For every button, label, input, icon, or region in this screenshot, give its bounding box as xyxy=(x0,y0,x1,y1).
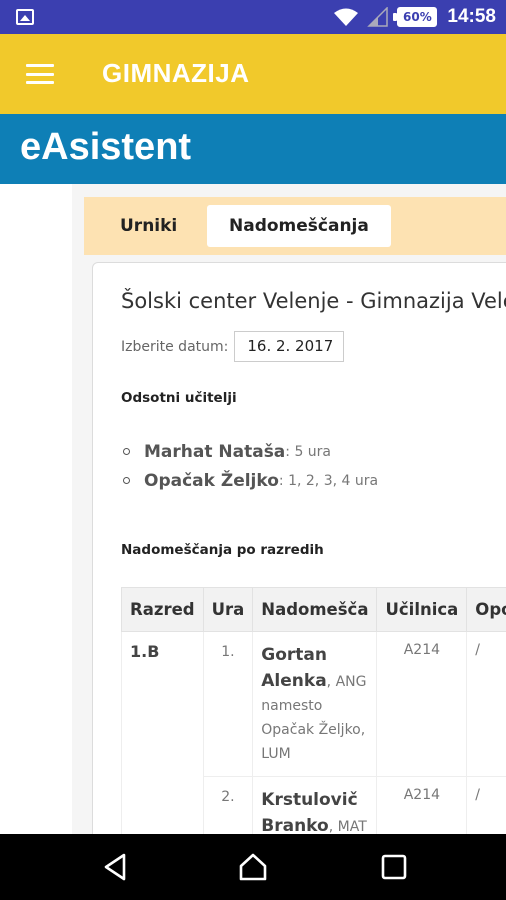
col-header-opomba: Opomba xyxy=(466,587,506,632)
cell-opomba: / xyxy=(466,776,506,834)
cell-ucilnica: A214 xyxy=(376,776,468,834)
status-icons: 60% 14:58 xyxy=(333,0,496,34)
teacher-name: Opačak Željko xyxy=(144,470,279,491)
absent-teachers-heading: Odsotni učitelji xyxy=(121,390,237,406)
substitutions-card: Šolski center Velenje - Gimnazija Velenj… xyxy=(92,262,506,834)
battery-level: 60% xyxy=(403,10,432,24)
substitutions-heading: Nadomeščanja po razredih xyxy=(121,542,324,558)
table-row: 1.B 1. Gortan Alenka, ANG namesto Opačak… xyxy=(121,631,506,834)
easistent-logo[interactable]: eAsistent xyxy=(20,126,191,169)
cell-opomba: / xyxy=(466,631,506,777)
cell-ura: 1. xyxy=(202,631,254,777)
clock: 14:58 xyxy=(447,6,496,27)
school-title: Šolski center Velenje - Gimnazija Velenj… xyxy=(121,289,506,313)
list-item: Opačak Željko: 1, 2, 3, 4 ura xyxy=(123,466,378,495)
cell-nadomesca: Krstulovič Branko, MAT namesto Opačak Že… xyxy=(252,776,378,834)
site-header: eAsistent xyxy=(0,114,506,184)
date-label: Izberite datum: xyxy=(121,338,229,355)
tab-nadomescanja[interactable]: Nadomeščanja xyxy=(207,205,391,247)
bullet-icon xyxy=(123,477,130,484)
app-title: GIMNAZIJA xyxy=(102,58,250,88)
signal-icon xyxy=(367,7,389,27)
date-input[interactable]: 16. 2. 2017 xyxy=(234,331,345,362)
substitutions-table: Razred Ura Nadomešča Učilnica Opomba 1.B… xyxy=(121,587,506,834)
cell-ura: 2. xyxy=(202,776,254,834)
list-item: Marhat Nataša: 5 ura xyxy=(123,437,378,466)
image-icon xyxy=(16,9,34,25)
teacher-hours: : 1, 2, 3, 4 ura xyxy=(278,472,379,489)
date-picker-row: Izberite datum: 16. 2. 2017 xyxy=(121,331,345,362)
app-bar: GIMNAZIJA xyxy=(0,34,506,114)
tab-urniki[interactable]: Urniki xyxy=(104,205,193,247)
hamburger-menu-icon[interactable] xyxy=(26,64,54,84)
bullet-icon xyxy=(123,448,130,455)
status-bar: 60% 14:58 xyxy=(0,0,506,34)
tab-bar: Urniki Nadomeščanja xyxy=(84,197,506,255)
home-icon[interactable] xyxy=(236,850,270,884)
substitute-teacher: Gortan Alenka xyxy=(261,645,327,691)
col-header-ucilnica: Učilnica xyxy=(376,587,468,632)
cell-ucilnica: A214 xyxy=(376,631,468,777)
wifi-icon xyxy=(334,8,359,26)
teacher-name: Marhat Nataša xyxy=(144,441,286,462)
back-icon[interactable] xyxy=(98,850,132,884)
recent-apps-icon[interactable] xyxy=(377,850,411,884)
absent-teachers-list: Marhat Nataša: 5 ura Opačak Željko: 1, 2… xyxy=(123,437,378,495)
cell-razred: 1.B xyxy=(121,631,204,834)
col-header-ura: Ura xyxy=(202,587,254,632)
cell-nadomesca: Gortan Alenka, ANG namesto Opačak Željko… xyxy=(252,631,378,777)
col-header-razred: Razred xyxy=(121,587,204,632)
teacher-hours: : 5 ura xyxy=(285,443,332,460)
col-header-nadomesca: Nadomešča xyxy=(252,587,378,632)
table-header-row: Razred Ura Nadomešča Učilnica Opomba xyxy=(121,587,506,632)
main-content: Urniki Nadomeščanja Šolski center Velenj… xyxy=(0,184,506,834)
battery-icon: 60% xyxy=(393,7,438,27)
navigation-bar xyxy=(0,834,506,900)
